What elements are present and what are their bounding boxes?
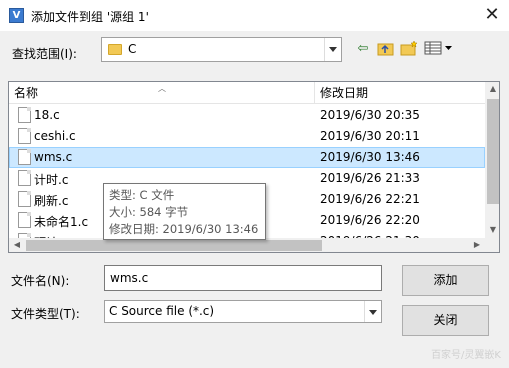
list-item-selected[interactable]: wms.c 2019/6/30 13:46 bbox=[9, 147, 485, 168]
app-icon: V bbox=[9, 8, 24, 23]
filename-input[interactable]: wms.c bbox=[104, 265, 382, 291]
tooltip-type: 类型: C 文件 bbox=[109, 188, 175, 202]
file-date: 2019/6/26 21:33 bbox=[320, 171, 420, 185]
lookin-value: C bbox=[128, 42, 137, 56]
file-date: 2019/6/30 13:46 bbox=[320, 150, 420, 164]
file-name: 18.c bbox=[34, 108, 60, 122]
file-name: 未命名1.c bbox=[34, 215, 89, 229]
c-file-icon bbox=[18, 107, 31, 123]
column-header-date[interactable]: 修改日期 bbox=[315, 82, 485, 104]
file-name: 计时.c bbox=[34, 173, 69, 187]
c-file-icon bbox=[18, 128, 31, 144]
horizontal-scroll-thumb[interactable] bbox=[26, 240, 322, 251]
scrollbar-corner bbox=[485, 238, 499, 252]
lookin-dropdown[interactable]: C bbox=[101, 37, 342, 62]
c-file-icon bbox=[18, 170, 31, 186]
filetype-dropdown[interactable]: C Source file (*.c) bbox=[104, 300, 382, 323]
window-title: 添加文件到组 '源组 1' bbox=[31, 10, 149, 24]
lookin-label: 查找范围(I): bbox=[12, 47, 77, 61]
close-button[interactable]: 关闭 bbox=[402, 305, 489, 336]
chevron-down-icon[interactable] bbox=[364, 301, 381, 322]
view-menu-icon[interactable] bbox=[424, 40, 454, 58]
chevron-down-icon[interactable] bbox=[324, 38, 341, 61]
new-folder-icon[interactable] bbox=[400, 40, 418, 58]
file-date: 2019/6/26 22:21 bbox=[320, 192, 420, 206]
scroll-right-icon[interactable]: ▶ bbox=[469, 240, 485, 249]
horizontal-scrollbar[interactable]: ◀ ▶ bbox=[9, 238, 485, 252]
file-date: 2019/6/26 22:20 bbox=[320, 213, 420, 227]
vertical-scrollbar[interactable]: ▲ ▼ bbox=[485, 82, 499, 239]
file-date: 2019/6/30 20:35 bbox=[320, 108, 420, 122]
add-button[interactable]: 添加 bbox=[402, 265, 489, 296]
tooltip-size: 大小: 584 字节 bbox=[109, 205, 189, 219]
close-window-button[interactable]: ✕ bbox=[475, 0, 509, 31]
file-name: 刷新.c bbox=[34, 194, 69, 208]
filetype-value: C Source file (*.c) bbox=[109, 304, 215, 318]
filename-label: 文件名(N): bbox=[11, 274, 70, 288]
list-header: ︿ 名称 修改日期 bbox=[9, 82, 485, 104]
vertical-scroll-thumb[interactable] bbox=[487, 99, 499, 204]
c-file-icon bbox=[18, 212, 31, 228]
list-item[interactable]: ceshi.c 2019/6/30 20:11 bbox=[9, 126, 485, 147]
column-header-name[interactable]: 名称 bbox=[9, 82, 315, 104]
folder-icon bbox=[108, 44, 122, 55]
scroll-down-icon[interactable]: ▼ bbox=[485, 225, 499, 234]
scroll-left-icon[interactable]: ◀ bbox=[9, 240, 25, 249]
file-name: ceshi.c bbox=[34, 129, 76, 143]
watermark: 百家号/灵翼嵌K bbox=[431, 350, 501, 361]
tooltip-modified: 修改日期: 2019/6/30 13:46 bbox=[109, 222, 259, 236]
title-bar: V 添加文件到组 '源组 1' ✕ bbox=[0, 0, 509, 31]
up-folder-icon[interactable] bbox=[377, 40, 395, 58]
file-date: 2019/6/30 20:11 bbox=[320, 129, 420, 143]
c-file-icon bbox=[18, 191, 31, 207]
file-tooltip: 类型: C 文件 大小: 584 字节 修改日期: 2019/6/30 13:4… bbox=[103, 183, 266, 240]
list-item[interactable]: 18.c 2019/6/30 20:35 bbox=[9, 105, 485, 126]
back-arrow-icon[interactable]: ⇦ bbox=[355, 40, 371, 58]
scroll-up-icon[interactable]: ▲ bbox=[485, 84, 499, 93]
c-file-icon bbox=[18, 149, 31, 165]
filetype-label: 文件类型(T): bbox=[11, 307, 80, 321]
file-name: wms.c bbox=[34, 150, 73, 164]
